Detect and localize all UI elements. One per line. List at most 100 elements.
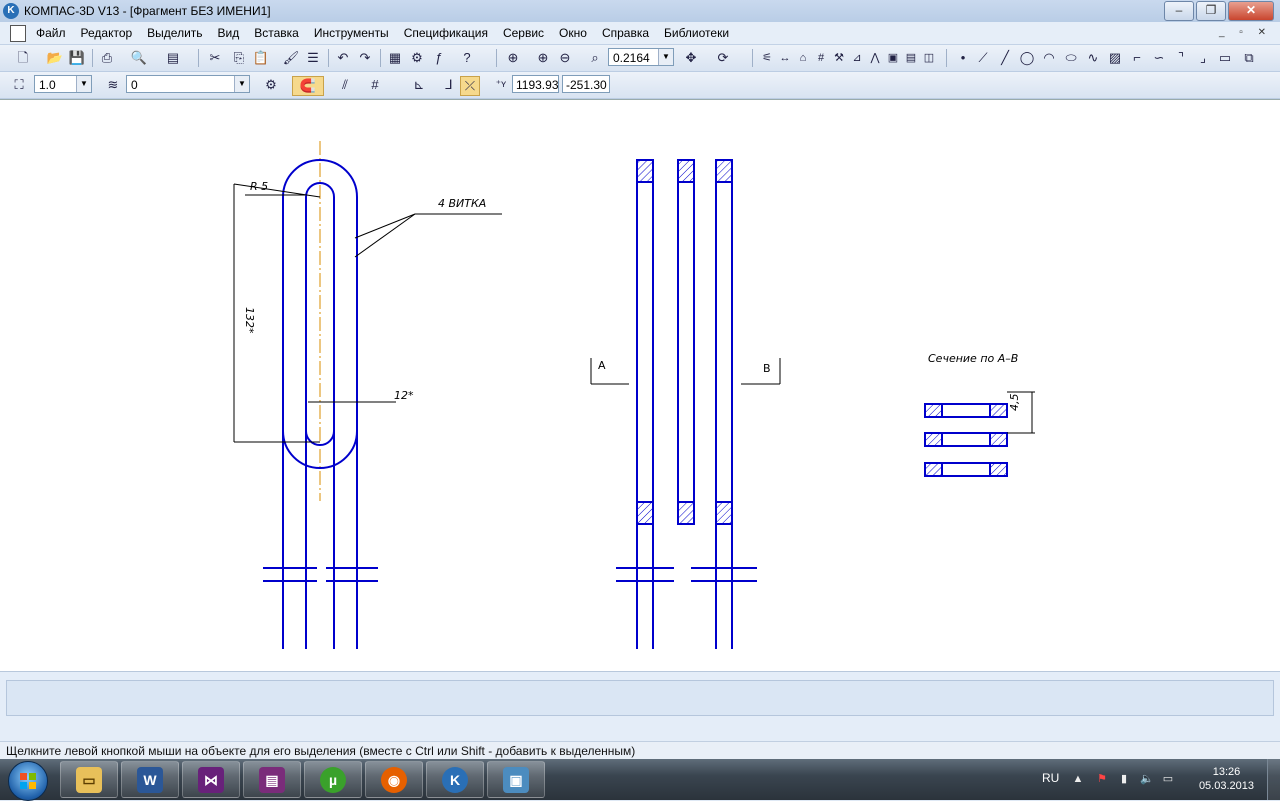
measure-icon[interactable]: ⊿	[848, 49, 866, 67]
kompas-app-icon[interactable]: K	[3, 3, 19, 19]
menu-view[interactable]: Вид	[218, 26, 240, 40]
snap-icon[interactable]: 🧲	[292, 76, 324, 96]
image-viewer-icon[interactable]: ▣	[487, 761, 545, 798]
drawing-canvas[interactable]: R 5 4 ВИТКА 132* 12* Сечение по А–В 4,5 …	[0, 99, 1280, 672]
spec-icon[interactable]: ▣	[884, 49, 902, 67]
round-icon[interactable]: ⤫	[460, 76, 480, 96]
edit-tools-icon[interactable]: #	[812, 49, 830, 67]
cut-icon[interactable]: ✂	[206, 49, 224, 67]
paste-icon[interactable]: 📋	[252, 49, 270, 67]
zoom-combo[interactable]: 0.2164 ▼	[608, 48, 674, 66]
point-icon[interactable]: •	[954, 49, 972, 67]
ortho-icon[interactable]: ⫽	[336, 76, 354, 94]
local-cs-icon[interactable]: ⊾	[410, 76, 428, 94]
menu-tools[interactable]: Инструменты	[314, 26, 389, 40]
print-preview-icon[interactable]: 🔍	[130, 49, 148, 67]
refresh-icon[interactable]: ⟳	[714, 49, 732, 67]
fillet-icon[interactable]: ⌝	[1172, 49, 1190, 67]
start-button[interactable]	[8, 761, 48, 801]
explorer-icon[interactable]: ▭	[60, 761, 118, 798]
menu-service[interactable]: Сервис	[503, 26, 544, 40]
select-tools-icon[interactable]: ⋀	[866, 49, 884, 67]
restore-button[interactable]: ❐	[1196, 1, 1226, 21]
kompas-icon[interactable]: K	[426, 761, 484, 798]
step-combo[interactable]: 1.0 ▼	[34, 75, 92, 93]
menu-window[interactable]: Окно	[559, 26, 587, 40]
new-file-icon[interactable]: 🗋	[14, 49, 32, 67]
segment-icon[interactable]: ╱	[996, 49, 1014, 67]
print-icon[interactable]: ⎙	[98, 49, 116, 67]
properties-panel-body[interactable]	[6, 680, 1274, 716]
word-icon[interactable]: W	[121, 761, 179, 798]
chevron-down-icon[interactable]: ▼	[658, 49, 673, 65]
cursor-coords-icon[interactable]: ⁺ʏ	[492, 76, 510, 94]
menu-edit[interactable]: Редактор	[81, 26, 133, 40]
bezier-icon[interactable]: ∽	[1150, 49, 1168, 67]
document-icon[interactable]	[10, 25, 26, 42]
library-manager-icon[interactable]: ⚙	[408, 49, 426, 67]
layer-combo[interactable]: 0 ▼	[126, 75, 250, 93]
polyline-icon[interactable]: ⌐	[1128, 49, 1146, 67]
undo-icon[interactable]: ↶	[334, 49, 352, 67]
help-pointer-icon[interactable]: ?	[458, 49, 476, 67]
other-icon[interactable]: ◫	[920, 49, 938, 67]
copy-icon[interactable]: ⎘	[230, 49, 248, 67]
list-icon[interactable]: ☰	[304, 49, 322, 67]
save-icon[interactable]: 💾	[68, 49, 86, 67]
pan-icon[interactable]: ✥	[682, 49, 700, 67]
language-indicator[interactable]: RU	[1042, 771, 1059, 785]
close-button[interactable]: ✕	[1228, 1, 1274, 21]
menu-help[interactable]: Справка	[602, 26, 649, 40]
chevron-down-icon[interactable]: ▼	[234, 76, 249, 92]
drawing-svg[interactable]: R 5 4 ВИТКА 132* 12* Сечение по А–В 4,5 …	[0, 100, 1280, 672]
format-painter-icon[interactable]: 🖌	[282, 49, 300, 67]
geometry-tools-icon[interactable]: ⚟	[758, 49, 776, 67]
minimize-button[interactable]: –	[1164, 1, 1194, 21]
variables-icon[interactable]: ƒ	[430, 49, 448, 67]
grid-icon[interactable]: #	[366, 76, 384, 94]
layer-manager-icon[interactable]: ⚙	[262, 76, 280, 94]
notation-icon[interactable]: ⌂	[794, 49, 812, 67]
coord-y-field[interactable]: -251.30	[562, 75, 610, 93]
ellipse-icon[interactable]: ⬭	[1062, 49, 1080, 67]
menu-select[interactable]: Выделить	[147, 26, 202, 40]
parametrization-icon[interactable]: ⚒	[830, 49, 848, 67]
menu-specification[interactable]: Спецификация	[404, 26, 488, 40]
menu-insert[interactable]: Вставка	[254, 26, 299, 40]
properties-icon[interactable]: ▤	[164, 49, 182, 67]
circle-icon[interactable]: ◯	[1018, 49, 1036, 67]
zoom-window-icon[interactable]: ⊕	[504, 49, 522, 67]
power-icon[interactable]: ▮	[1118, 773, 1130, 785]
open-file-icon[interactable]: 📂	[46, 49, 64, 67]
zoom-scale-icon[interactable]: ⌕	[586, 49, 604, 67]
chamfer-icon[interactable]: ⌟	[1194, 49, 1212, 67]
view-icon[interactable]: ⧉	[1240, 49, 1258, 67]
visual-studio-icon[interactable]: ⋈	[182, 761, 240, 798]
coord-x-field[interactable]: 1193.93	[512, 75, 559, 93]
volume-icon[interactable]: 🔈	[1140, 773, 1154, 785]
action-center-icon[interactable]: ▭	[1162, 773, 1174, 785]
tray-expand-icon[interactable]: ▲	[1072, 773, 1084, 785]
arc-icon[interactable]: ◠	[1040, 49, 1058, 67]
redo-icon[interactable]: ↷	[356, 49, 374, 67]
zoom-in-icon[interactable]: ⊕	[534, 49, 552, 67]
show-desktop-button[interactable]	[1267, 759, 1280, 800]
aux-line-icon[interactable]: ⟋	[974, 49, 992, 67]
manager-icon[interactable]: ▦	[386, 49, 404, 67]
menu-libraries[interactable]: Библиотеки	[664, 26, 729, 40]
winrar-icon[interactable]: ▤	[243, 761, 301, 798]
step-icon[interactable]: ⛶	[10, 76, 28, 94]
clock[interactable]: 13:26 05.03.2013	[1199, 765, 1254, 793]
spline-icon[interactable]: ∿	[1084, 49, 1102, 67]
network-error-icon[interactable]: ⚑	[1096, 773, 1108, 785]
mdi-controls[interactable]: _ ▫ ✕	[1219, 27, 1272, 38]
dimensions-icon[interactable]: ↔	[776, 49, 794, 67]
rectangle-icon[interactable]: ▭	[1216, 49, 1234, 67]
utorrent-icon[interactable]: µ	[304, 761, 362, 798]
reports-icon[interactable]: ▤	[902, 49, 920, 67]
menu-file[interactable]: Файл	[36, 26, 66, 40]
chevron-down-icon[interactable]: ▼	[76, 76, 91, 92]
layer-icon[interactable]: ≋	[104, 76, 122, 94]
firefox-icon[interactable]: ◉	[365, 761, 423, 798]
ortho-mode-icon[interactable]: ⅃	[440, 76, 458, 94]
